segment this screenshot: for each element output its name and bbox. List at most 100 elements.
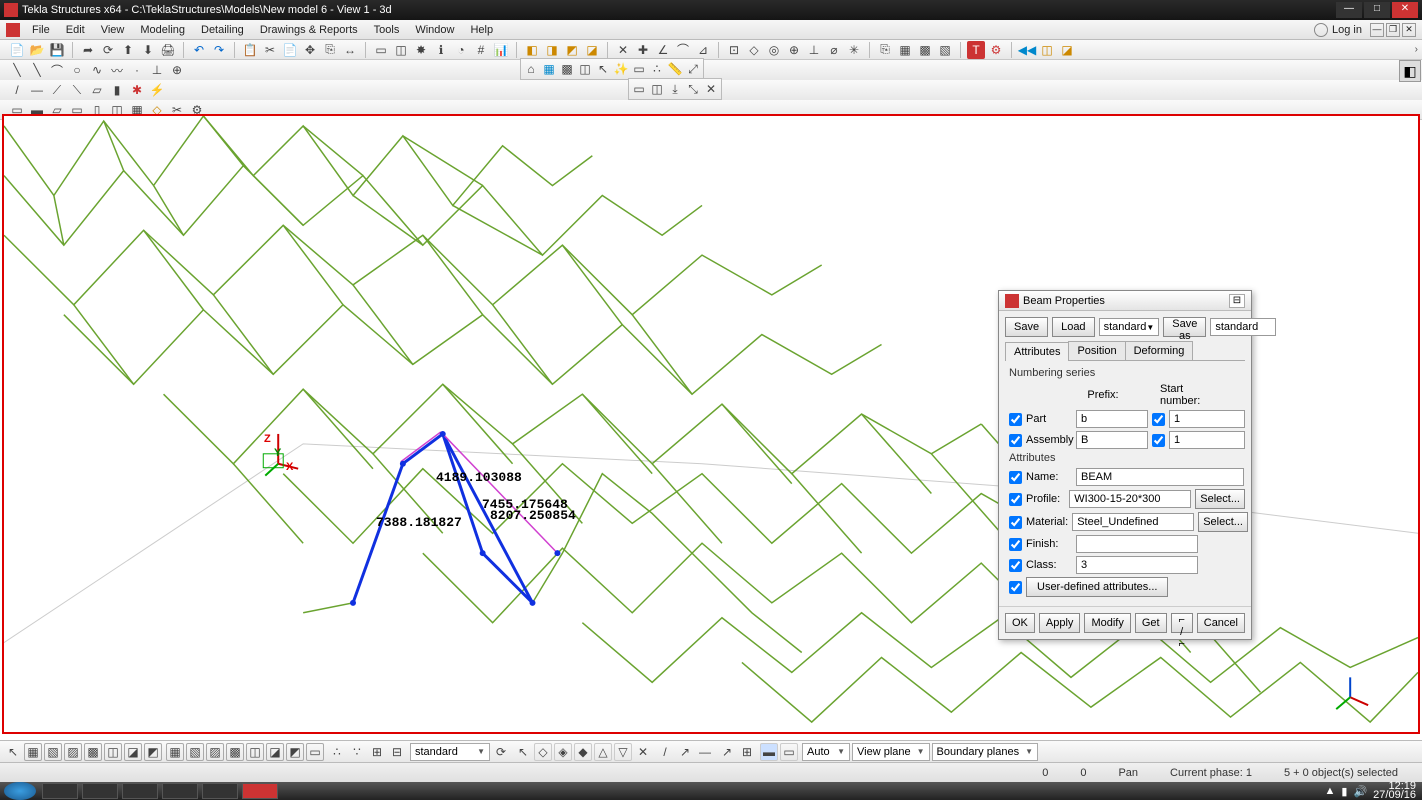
boundary-combo[interactable]: Boundary planes▼ [932,743,1038,761]
task-app2[interactable] [202,783,238,799]
app-1-icon[interactable]: T [967,41,985,59]
assembly-start-check[interactable] [1152,434,1165,447]
line-icon[interactable]: ╲ [8,61,26,79]
dlg-save-button[interactable]: Save [1005,317,1048,337]
sel-19-icon[interactable]: ⊟ [388,743,406,761]
menu-detailing[interactable]: Detailing [193,22,252,38]
column-icon[interactable]: ▮ [108,81,126,99]
extract-icon[interactable]: ⤓ [666,80,684,98]
sel-18-icon[interactable]: ⊞ [368,743,386,761]
tray-vol-icon[interactable]: 🔊 [1353,785,1367,798]
ruler-icon[interactable]: 📏 [666,60,684,78]
page-icon[interactable]: ▭ [630,80,648,98]
bolt-icon[interactable]: ✱ [128,81,146,99]
inquire-icon[interactable]: ℹ [432,41,450,59]
beam3-icon[interactable]: ⟋ [48,81,66,99]
sel-10-icon[interactable]: ▨ [206,743,224,761]
view-cube-button[interactable]: ◧ [1399,60,1421,82]
snap-e-icon[interactable]: ▽ [614,743,632,761]
sel-3-icon[interactable]: ▨ [64,743,82,761]
sel-cursor-icon[interactable]: ↖ [4,743,22,761]
sel-13-icon[interactable]: ◪ [266,743,284,761]
sel-2-icon[interactable]: ▧ [44,743,62,761]
task-media[interactable] [122,783,158,799]
inner-minimize-button[interactable]: — [1370,23,1384,37]
class-input[interactable] [1076,556,1198,574]
snap-a-icon[interactable]: ◇ [534,743,552,761]
view-b-icon[interactable]: ▭ [780,743,798,761]
assembly-prefix-input[interactable] [1076,431,1148,449]
view-a-icon[interactable]: ▬ [760,743,778,761]
meas-arrow-icon[interactable]: ↗ [676,743,694,761]
part-start-input[interactable] [1169,410,1245,428]
assembly-check[interactable] [1009,434,1022,447]
assembly-start-input[interactable] [1169,431,1245,449]
point-icon[interactable]: · [128,61,146,79]
menu-view[interactable]: View [93,22,133,38]
sel-4-icon[interactable]: ▩ [84,743,102,761]
paste-icon[interactable]: 📄 [281,41,299,59]
tool-a-icon[interactable]: ◧ [523,41,541,59]
task-explorer[interactable] [42,783,78,799]
dlg-tab-attributes[interactable]: Attributes [1005,342,1069,361]
beam4-icon[interactable]: ⟍ [68,81,86,99]
dlg-get-button[interactable]: Get [1135,613,1167,633]
snap-ctr-icon[interactable]: ◎ [765,41,783,59]
close-button[interactable]: ✕ [1392,2,1418,18]
material-select-button[interactable]: Select... [1198,512,1248,532]
sel-1-icon[interactable]: ▦ [24,743,42,761]
ortho-icon[interactable]: ↗ [718,743,736,761]
profile-select-button[interactable]: Select... [1195,489,1245,509]
redo-icon[interactable]: ↷ [210,41,228,59]
sel-5-icon[interactable]: ◫ [104,743,122,761]
cursor-icon[interactable]: ↖ [594,60,612,78]
tool-c-icon[interactable]: ◩ [563,41,581,59]
app-menu-icon[interactable] [6,23,20,37]
profile-input[interactable] [1069,490,1191,508]
copy-special-icon[interactable]: ⎘ [321,41,339,59]
sync-icon[interactable]: ⟳ [99,41,117,59]
sel-6-icon[interactable]: ◪ [124,743,142,761]
start-button[interactable] [4,782,36,800]
snap-int-icon[interactable]: ⊕ [785,41,803,59]
publish-icon[interactable]: ⬆ [119,41,137,59]
task-app1[interactable] [162,783,198,799]
nav-next-icon[interactable]: ◫ [1038,41,1056,59]
move-icon[interactable]: ✥ [301,41,319,59]
circle-icon[interactable]: ○ [68,61,86,79]
wire-icon[interactable]: ▦ [540,60,558,78]
grid-icon[interactable]: # [472,41,490,59]
chevron-right-icon[interactable]: › [1415,44,1418,55]
dialog-close-button[interactable]: ⊟ [1229,294,1245,308]
obj-1-icon[interactable]: ▦ [896,41,914,59]
menu-file[interactable]: File [24,22,58,38]
part-prefix-input[interactable] [1076,410,1148,428]
perp-icon[interactable]: ⊥ [148,61,166,79]
sel-8-icon[interactable]: ▦ [166,743,184,761]
window-icon[interactable]: ▭ [372,41,390,59]
finish-input[interactable] [1076,535,1198,553]
home-icon[interactable]: ⌂ [522,60,540,78]
filter-combo[interactable]: standard▼ [410,743,490,761]
grid-snap-icon[interactable]: ⊞ [738,743,756,761]
menu-tools[interactable]: Tools [366,22,408,38]
name-check[interactable] [1009,471,1022,484]
maximize-button[interactable]: □ [1364,2,1390,18]
auto-combo[interactable]: Auto▼ [802,743,850,761]
share-icon[interactable]: ➦ [79,41,97,59]
copy-icon[interactable]: 📋 [241,41,259,59]
sel-9-icon[interactable]: ▧ [186,743,204,761]
expand-icon[interactable]: ⤢ [684,60,702,78]
dlg-load-combo[interactable]: standard▼ [1099,318,1160,336]
beam-icon[interactable]: / [8,81,26,99]
dlg-load-button[interactable]: Load [1052,317,1094,337]
tray-net-icon[interactable]: ▮ [1341,785,1347,798]
snap-end-icon[interactable]: ⊡ [725,41,743,59]
report-icon[interactable]: 📊 [492,41,510,59]
dlg-apply-button[interactable]: Apply [1039,613,1081,633]
task-tekla[interactable] [242,783,278,799]
sel-11-icon[interactable]: ▩ [226,743,244,761]
save-icon[interactable]: 💾 [48,41,66,59]
uda-check[interactable] [1009,581,1022,594]
app-2-icon[interactable]: ⚙ [987,41,1005,59]
